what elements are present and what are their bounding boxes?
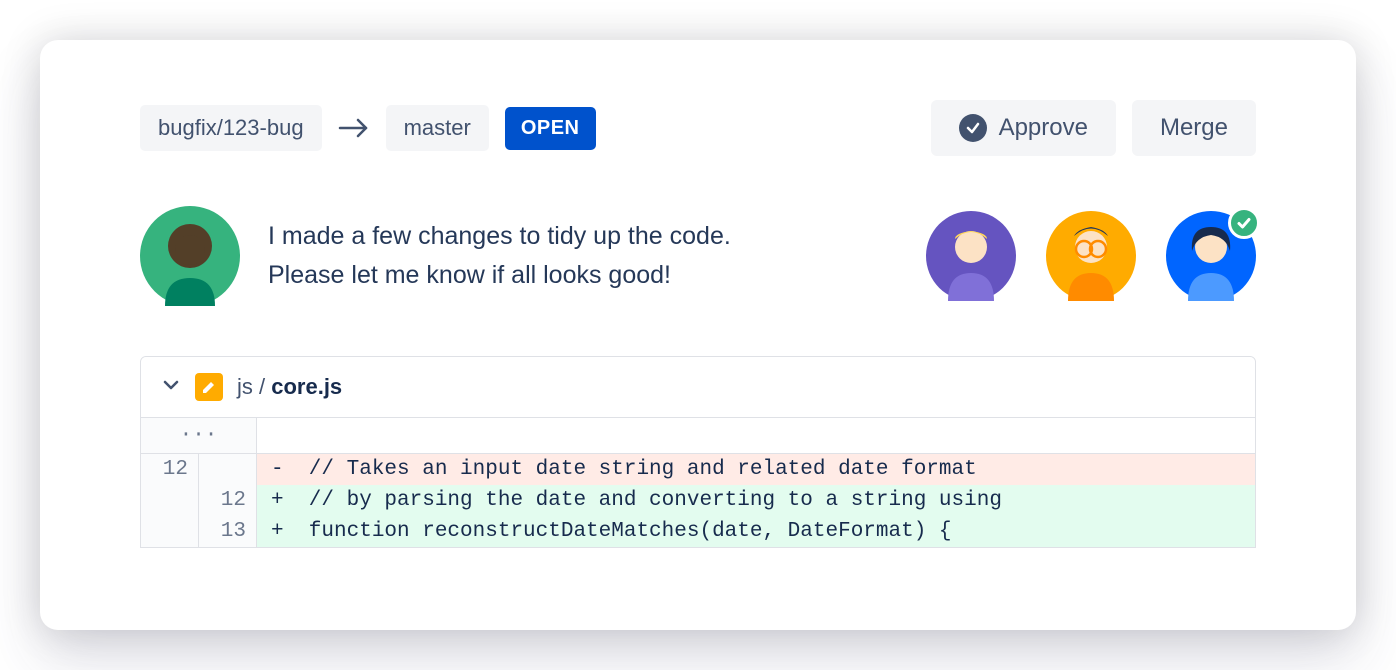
diff-line[interactable]: 12+ // by parsing the date and convertin… xyxy=(141,485,1255,516)
desc-line-1: I made a few changes to tidy up the code… xyxy=(268,217,898,256)
arrow-right-icon xyxy=(338,116,370,140)
old-line-number xyxy=(141,516,199,547)
merge-button[interactable]: Merge xyxy=(1132,100,1256,156)
diff-body: ··· 12- // Takes an input date string an… xyxy=(141,418,1255,547)
old-line-number xyxy=(141,485,199,516)
check-circle-icon xyxy=(959,114,987,142)
merge-label: Merge xyxy=(1160,114,1228,142)
reviewer-avatar[interactable] xyxy=(1046,211,1136,301)
file-path[interactable]: js / core.js xyxy=(237,374,342,400)
reviewer-avatar[interactable] xyxy=(1166,211,1256,301)
pr-description: I made a few changes to tidy up the code… xyxy=(268,217,898,295)
new-line-number xyxy=(199,454,257,485)
reviewers-list xyxy=(926,211,1256,301)
diff-ellipsis-row[interactable]: ··· xyxy=(141,418,1255,454)
code-content: + // by parsing the date and converting … xyxy=(257,485,1255,516)
reviewer-avatar[interactable] xyxy=(926,211,1016,301)
source-branch-chip[interactable]: bugfix/123-bug xyxy=(140,105,322,151)
pull-request-card: bugfix/123-bug master OPEN Approve Merge xyxy=(40,40,1356,630)
approved-check-icon xyxy=(1228,207,1260,239)
file-dir: js / xyxy=(237,374,271,399)
code-content: + function reconstructDateMatches(date, … xyxy=(257,516,1255,547)
diff-file-header: js / core.js xyxy=(141,357,1255,418)
ellipsis-icon: ··· xyxy=(141,418,257,454)
new-line-number: 12 xyxy=(199,485,257,516)
file-name: core.js xyxy=(271,374,342,399)
approve-button[interactable]: Approve xyxy=(931,100,1116,156)
chevron-down-icon[interactable] xyxy=(161,375,181,400)
author-avatar[interactable] xyxy=(140,206,240,306)
edit-file-icon xyxy=(195,373,223,401)
new-line-number: 13 xyxy=(199,516,257,547)
pr-header: bugfix/123-bug master OPEN Approve Merge xyxy=(40,40,1356,156)
diff-panel: js / core.js ··· 12- // Takes an input d… xyxy=(140,356,1256,548)
diff-line[interactable]: 12 - // Takes an input date string and re… xyxy=(141,454,1255,485)
approve-label: Approve xyxy=(999,114,1088,142)
diff-line[interactable]: 13+ function reconstructDateMatches(date… xyxy=(141,516,1255,547)
desc-line-2: Please let me know if all looks good! xyxy=(268,256,898,295)
old-line-number: 12 xyxy=(141,454,199,485)
status-badge: OPEN xyxy=(505,107,596,150)
description-row: I made a few changes to tidy up the code… xyxy=(40,156,1356,336)
target-branch-chip[interactable]: master xyxy=(386,105,489,151)
code-content: - // Takes an input date string and rela… xyxy=(257,454,1255,485)
